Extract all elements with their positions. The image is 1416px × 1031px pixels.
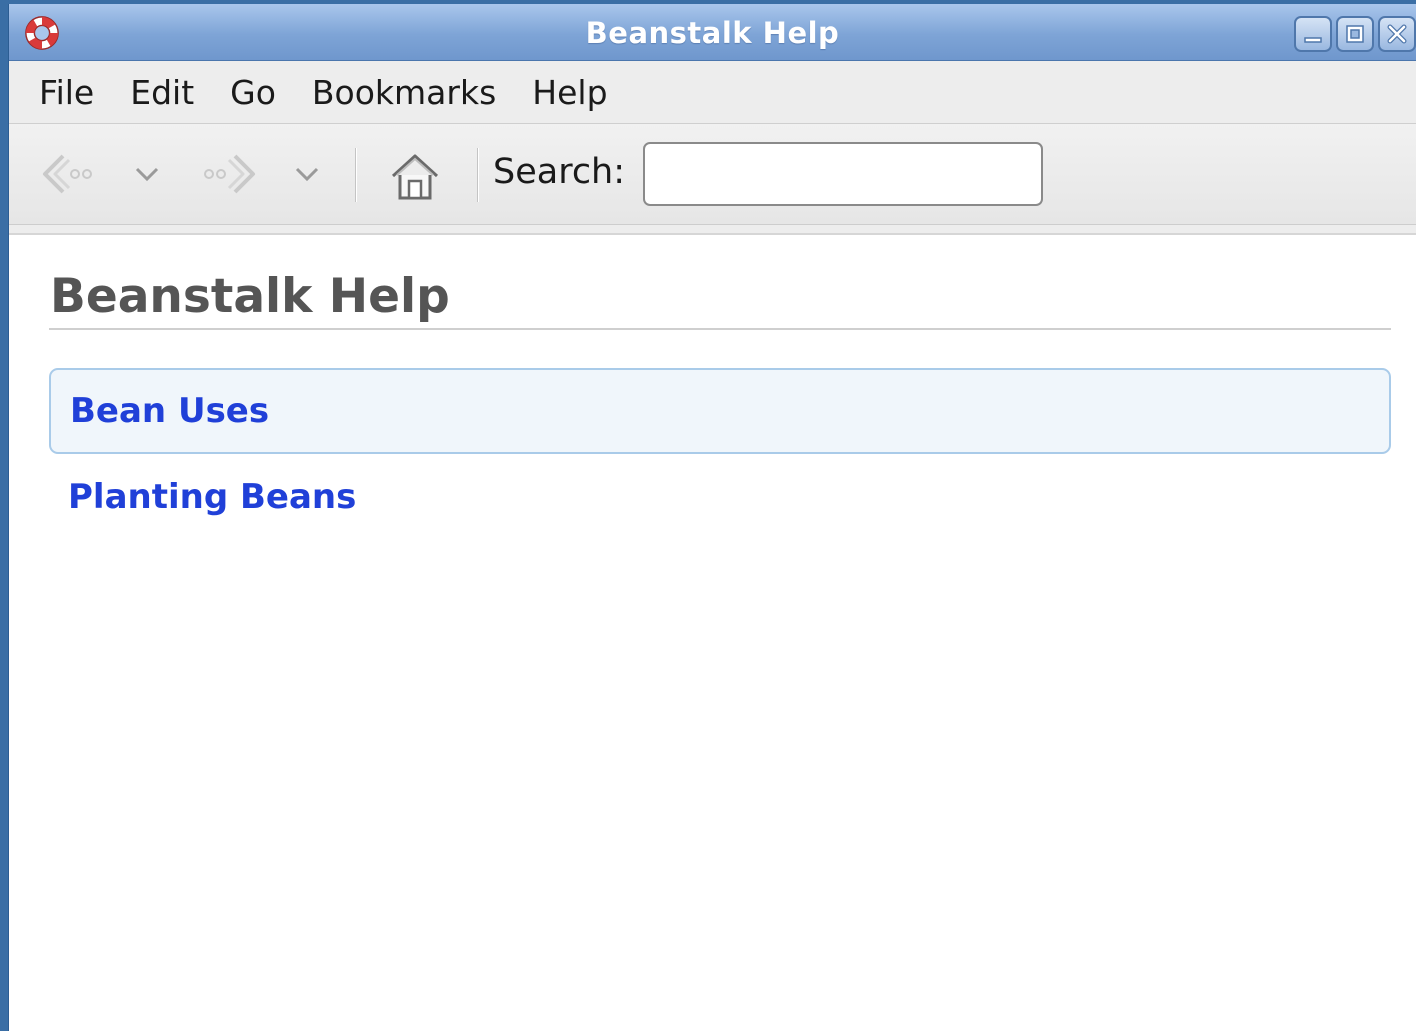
search-label: Search: (493, 152, 626, 192)
title-bar[interactable]: Beanstalk Help (9, 4, 1416, 61)
topic-link-planting-beans[interactable]: Planting Beans (68, 477, 356, 517)
menu-file[interactable]: File (21, 73, 112, 112)
topic-row-bean-uses[interactable]: Bean Uses (49, 368, 1391, 454)
menu-edit[interactable]: Edit (112, 73, 212, 112)
menu-bookmarks[interactable]: Bookmarks (294, 73, 514, 112)
toolbar: Search: (9, 124, 1416, 225)
forward-arrow-icon[interactable] (199, 152, 259, 196)
help-content: Beanstalk Help Bean Uses Planting Beans (9, 233, 1416, 1031)
chevron-down-icon[interactable] (133, 164, 161, 184)
chevron-down-icon[interactable] (293, 164, 321, 184)
topic-row-planting-beans[interactable]: Planting Beans (49, 454, 1391, 540)
help-window: Beanstalk Help File Edit Go Bookmarks He… (8, 4, 1416, 1031)
toolbar-separator (355, 148, 357, 202)
menu-go[interactable]: Go (212, 73, 294, 112)
maximize-button[interactable] (1336, 16, 1374, 52)
minimize-icon (1304, 37, 1322, 43)
page-title: Beanstalk Help (50, 269, 450, 324)
close-icon (1387, 24, 1407, 44)
back-arrow-icon[interactable] (39, 152, 99, 196)
menu-help[interactable]: Help (514, 73, 625, 112)
window-title: Beanstalk Help (585, 16, 840, 50)
menu-bar: File Edit Go Bookmarks Help (9, 61, 1416, 124)
toolbar-separator (477, 148, 479, 202)
search-input[interactable] (643, 142, 1043, 206)
home-icon[interactable] (387, 148, 443, 204)
close-button[interactable] (1378, 16, 1416, 52)
minimize-button[interactable] (1294, 16, 1332, 52)
title-divider (49, 328, 1391, 330)
maximize-icon (1346, 25, 1364, 43)
topic-link-bean-uses[interactable]: Bean Uses (70, 391, 269, 431)
window-controls (1294, 16, 1416, 52)
